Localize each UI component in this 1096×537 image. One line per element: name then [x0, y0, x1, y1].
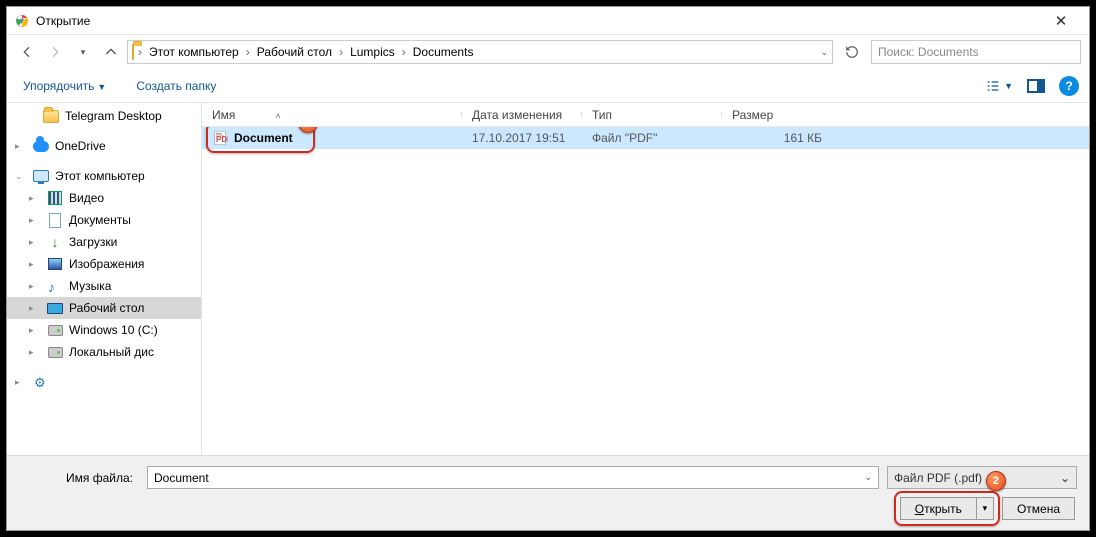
svg-text:PDF: PDF: [216, 135, 228, 144]
filename-label: Имя файла:: [19, 471, 139, 485]
tree-item-telegram[interactable]: Telegram Desktop: [7, 105, 201, 127]
close-button[interactable]: ✕: [1041, 12, 1081, 30]
tree-item-pictures[interactable]: ▸Изображения: [7, 253, 201, 275]
file-name: Document: [234, 131, 293, 145]
tree-item-onedrive[interactable]: ▸OneDrive: [7, 135, 201, 157]
up-button[interactable]: [99, 40, 123, 64]
tree-item-downloads[interactable]: ▸Загрузки: [7, 231, 201, 253]
tree-item-network[interactable]: ▸: [7, 371, 201, 393]
crumb-desktop[interactable]: Рабочий стол: [254, 45, 335, 59]
file-type: Файл "PDF": [582, 131, 722, 145]
navigation-tree: Telegram Desktop ▸OneDrive ⌄Этот компьют…: [7, 103, 202, 455]
tree-item-this-pc[interactable]: ⌄Этот компьютер: [7, 165, 201, 187]
filter-label: Файл PDF (.pdf): [894, 471, 982, 485]
pdf-file-icon: PDF: [212, 130, 228, 146]
file-row-document[interactable]: PDF Document 17.10.2017 19:51 Файл "PDF"…: [202, 127, 1089, 149]
filename-dropdown-icon[interactable]: ⌄: [864, 472, 872, 483]
file-list-panel: Имя˄ Дата изменения Тип Размер PDF Docum…: [202, 103, 1089, 455]
filter-dropdown-icon: ⌄: [1060, 471, 1070, 485]
open-button-dropdown[interactable]: ▾: [976, 497, 994, 520]
file-date: 17.10.2017 19:51: [462, 131, 582, 145]
tree-item-documents[interactable]: ▸Документы: [7, 209, 201, 231]
chevron-right-icon: ›: [400, 45, 408, 59]
address-dropdown[interactable]: ⌄: [820, 47, 828, 58]
file-size: 161 КБ: [722, 131, 832, 145]
column-headers: Имя˄ Дата изменения Тип Размер: [202, 103, 1089, 127]
tree-item-music[interactable]: ▸Музыка: [7, 275, 201, 297]
chevron-right-icon: ›: [244, 45, 252, 59]
callout-badge-2: 2: [986, 471, 1006, 491]
back-button[interactable]: [15, 40, 39, 64]
chrome-icon: [15, 14, 29, 28]
dialog-title: Открытие: [36, 14, 1041, 28]
preview-pane-toggle[interactable]: [1027, 79, 1045, 93]
forward-button[interactable]: [43, 40, 67, 64]
file-list[interactable]: PDF Document 17.10.2017 19:51 Файл "PDF"…: [202, 127, 1089, 455]
organize-menu[interactable]: Упорядочить▼: [17, 75, 112, 97]
dialog-body: Telegram Desktop ▸OneDrive ⌄Этот компьют…: [7, 103, 1089, 455]
sort-indicator-icon: ˄: [275, 111, 280, 121]
chevron-right-icon: ›: [337, 45, 345, 59]
search-placeholder: Поиск: Documents: [878, 45, 979, 59]
crumb-documents[interactable]: Documents: [410, 45, 477, 59]
open-file-dialog: { "titlebar": { "title": "Открытие" }, "…: [6, 6, 1090, 531]
column-name[interactable]: Имя˄: [202, 108, 462, 122]
toolbar: Упорядочить▼ Создать папку ▼ ?: [7, 69, 1089, 103]
column-type[interactable]: Тип: [582, 108, 722, 122]
address-bar-row: ▾ › Этот компьютер › Рабочий стол › Lump…: [7, 35, 1089, 69]
search-input[interactable]: Поиск: Documents: [871, 40, 1081, 64]
tree-item-video[interactable]: ▸Видео: [7, 187, 201, 209]
open-button-group: Открыть ▾ 2: [900, 497, 994, 520]
folder-icon: [132, 45, 134, 59]
new-folder-button[interactable]: Создать папку: [130, 75, 222, 97]
filename-input[interactable]: Document ⌄: [147, 466, 879, 489]
filename-value: Document: [154, 471, 209, 485]
open-button[interactable]: Открыть: [900, 497, 976, 520]
dialog-footer: Имя файла: Document ⌄ Файл PDF (.pdf) ⌄ …: [7, 455, 1089, 530]
view-options-button[interactable]: ▼: [979, 74, 1019, 98]
filetype-filter[interactable]: Файл PDF (.pdf) ⌄: [887, 466, 1077, 489]
tree-item-drive-local[interactable]: ▸Локальный дис: [7, 341, 201, 363]
refresh-button[interactable]: [841, 41, 863, 63]
chevron-right-icon: ›: [136, 45, 144, 59]
title-bar: Открытие ✕: [7, 7, 1089, 35]
column-date[interactable]: Дата изменения: [462, 108, 582, 122]
help-button[interactable]: ?: [1059, 76, 1079, 96]
cancel-button[interactable]: Отмена: [1002, 497, 1075, 520]
breadcrumb-bar[interactable]: › Этот компьютер › Рабочий стол › Lumpic…: [127, 40, 833, 64]
recent-dropdown[interactable]: ▾: [71, 40, 95, 64]
column-size[interactable]: Размер: [722, 108, 832, 122]
crumb-lumpics[interactable]: Lumpics: [347, 45, 398, 59]
tree-item-desktop[interactable]: ▸Рабочий стол: [7, 297, 201, 319]
crumb-this-pc[interactable]: Этот компьютер: [146, 45, 242, 59]
tree-item-drive-c[interactable]: ▸Windows 10 (C:): [7, 319, 201, 341]
